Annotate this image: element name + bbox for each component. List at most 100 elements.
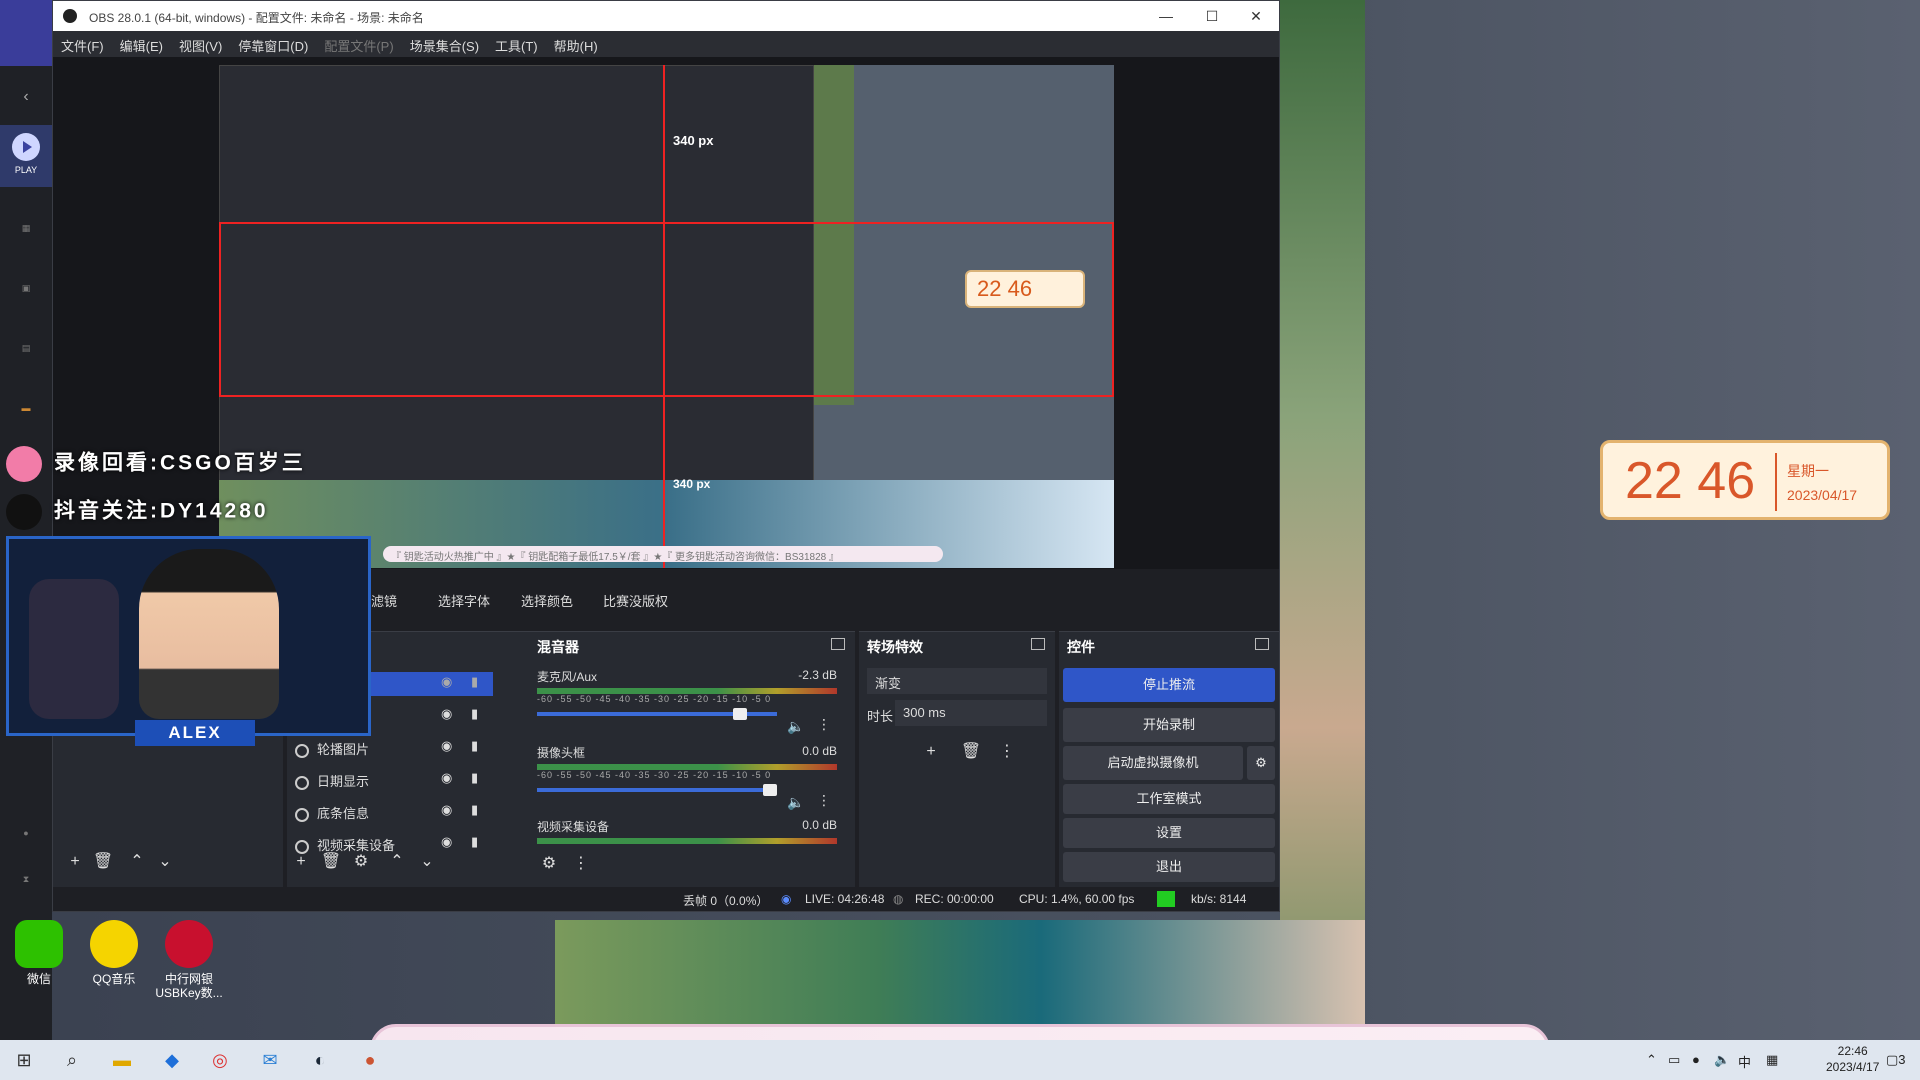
lock-icon[interactable]: ▮ (471, 706, 478, 722)
lock-icon[interactable]: ▮ (471, 738, 478, 754)
channel-db: -2.3 dB (798, 668, 837, 682)
qqmusic-logo (90, 920, 138, 968)
menu-docks[interactable]: 停靠窗口(D) (230, 31, 316, 60)
car-icon[interactable]: ▬ (0, 395, 52, 441)
source-properties-button[interactable]: ⚙ (347, 848, 375, 876)
file-explorer-icon[interactable]: ▬ (98, 1040, 146, 1080)
visibility-icon[interactable]: ◉ (441, 706, 452, 722)
obs-taskbar-icon[interactable]: ● (346, 1040, 394, 1080)
douyin-text: 抖音关注:DY14280 (54, 499, 269, 523)
exit-button[interactable]: 退出 (1063, 852, 1275, 882)
shop-icon[interactable]: ▣ (0, 275, 52, 321)
undock-icon[interactable] (831, 638, 845, 650)
notification-count: 3 (1898, 1052, 1906, 1067)
select-font-button[interactable]: 选择字体 (438, 586, 490, 618)
menu-edit[interactable]: 编辑(E) (112, 31, 171, 60)
studio-mode-button[interactable]: 工作室模式 (1063, 784, 1275, 814)
volume-knob[interactable] (733, 708, 747, 720)
visibility-icon[interactable]: ◉ (441, 834, 452, 850)
menu-file[interactable]: 文件(F) (53, 31, 112, 60)
duration-input[interactable]: 300 ms (895, 700, 1047, 726)
lock-icon[interactable]: ▮ (471, 674, 478, 690)
visibility-icon[interactable]: ◉ (441, 738, 452, 754)
volume-icon[interactable]: 🔈 (1714, 1052, 1730, 1068)
mic-icon[interactable]: ● (1692, 1052, 1700, 1067)
more-icon[interactable]: ⋮ (817, 792, 831, 809)
play-tab[interactable]: PLAY (0, 125, 52, 187)
source-row[interactable]: 日期显示 (295, 766, 525, 792)
start-icon[interactable]: ⊞ (0, 1040, 48, 1080)
maximize-button[interactable]: ☐ (1189, 1, 1235, 31)
preview-area[interactable]: 340 px 340 px 22 46 『 钥匙活动火热推广中 』★『 钥匙配箱… (53, 57, 1279, 569)
visibility-icon[interactable]: ◉ (441, 674, 452, 690)
network-icon[interactable]: ▭ (1668, 1052, 1680, 1068)
source-down-button[interactable]: ⌄ (413, 848, 441, 876)
more-icon[interactable]: ⋮ (817, 716, 831, 733)
qqmusic-icon[interactable]: QQ音乐 (75, 920, 153, 986)
undock-icon[interactable] (1031, 638, 1045, 650)
add-transition-button[interactable]: + (917, 738, 945, 766)
back-icon[interactable]: ‹ (0, 80, 52, 126)
lock-icon[interactable]: ▮ (471, 802, 478, 818)
menu-tools[interactable]: 工具(T) (487, 31, 546, 60)
preview-clock[interactable]: 22 46 (965, 270, 1085, 308)
preview-canvas[interactable]: 340 px 340 px 22 46 (219, 65, 1114, 568)
virtual-camera-settings-icon[interactable]: ⚙ (1247, 746, 1275, 780)
visibility-icon[interactable]: ◉ (441, 802, 452, 818)
search-icon[interactable]: ⌕ (48, 1040, 96, 1080)
mixer-menu-button[interactable]: ⋮ (567, 850, 595, 878)
remove-scene-button[interactable]: 🗑 (89, 848, 117, 876)
steam-icon[interactable]: ◐ (296, 1040, 344, 1080)
virtual-camera-button[interactable]: 启动虚拟摄像机 (1063, 746, 1243, 780)
close-button[interactable]: ✕ (1233, 1, 1279, 31)
hourglass-icon[interactable]: ⧗ (0, 866, 52, 912)
scene-up-button[interactable]: ⌃ (123, 848, 151, 876)
volume-slider[interactable] (537, 708, 777, 720)
menu-profile[interactable]: 配置文件(P) (316, 31, 401, 60)
start-recording-button[interactable]: 开始录制 (1063, 708, 1275, 742)
lock-icon[interactable]: ▮ (471, 834, 478, 850)
ime-indicator[interactable]: 中 (1738, 1052, 1751, 1071)
clock-divider (1775, 453, 1777, 511)
explore-icon[interactable]: ▦ (0, 215, 52, 261)
chrome-icon[interactable]: ◎ (196, 1040, 244, 1080)
match-copyright-button[interactable]: 比赛没版权 (603, 586, 668, 618)
notification-icon[interactable]: ▢3 (1886, 1052, 1906, 1068)
add-source-button[interactable]: + (287, 848, 315, 876)
volume-slider[interactable] (537, 784, 777, 796)
mixer-channel: 摄像头框 0.0 dB -60 -55 -50 -45 -40 -35 -30 -… (537, 744, 837, 810)
scene-down-button[interactable]: ⌄ (151, 848, 179, 876)
visibility-icon[interactable]: ◉ (441, 770, 452, 786)
mail-icon[interactable]: ✉ (246, 1040, 294, 1080)
undock-icon[interactable] (1255, 638, 1269, 650)
app-icon[interactable]: ◆ (148, 1040, 196, 1080)
remove-source-button[interactable]: 🗑 (317, 848, 345, 876)
select-color-button[interactable]: 选择颜色 (521, 586, 573, 618)
speaker-icon[interactable]: 🔈 (787, 794, 804, 811)
menu-scene-collection[interactable]: 场景集合(S) (402, 31, 487, 60)
source-up-button[interactable]: ⌃ (383, 848, 411, 876)
settings-icon[interactable]: ● (0, 820, 52, 866)
transition-select[interactable]: 渐变 (867, 668, 1047, 694)
keyboard-icon[interactable]: ▦ (1766, 1052, 1778, 1068)
activity-icon[interactable]: ▤ (0, 335, 52, 381)
volume-knob[interactable] (763, 784, 777, 796)
filter-button[interactable]: 滤镜 (371, 586, 397, 618)
add-scene-button[interactable]: + (61, 848, 89, 876)
transition-menu-button[interactable]: ⋮ (993, 738, 1021, 766)
remove-transition-button[interactable]: 🗑 (957, 738, 985, 766)
speaker-icon[interactable]: 🔈 (787, 718, 804, 735)
taskbar-clock[interactable]: 22:46 2023/4/17 (1826, 1043, 1879, 1075)
menu-help[interactable]: 帮助(H) (546, 31, 606, 60)
tray-expand-icon[interactable]: ⌃ (1646, 1052, 1657, 1068)
settings-button[interactable]: 设置 (1063, 818, 1275, 848)
menu-view[interactable]: 视图(V) (171, 31, 230, 60)
wechat-icon[interactable]: 微信 (0, 920, 78, 986)
lock-icon[interactable]: ▮ (471, 770, 478, 786)
boc-usbkey-icon[interactable]: 中行网银 USBKey数... (150, 920, 228, 1000)
minimize-button[interactable]: — (1143, 1, 1189, 31)
stop-stream-button[interactable]: 停止推流 (1063, 668, 1275, 702)
source-row[interactable]: 底条信息 (295, 798, 525, 824)
audio-settings-button[interactable]: ⚙ (535, 850, 563, 878)
source-row[interactable]: 轮播图片 (295, 734, 525, 760)
